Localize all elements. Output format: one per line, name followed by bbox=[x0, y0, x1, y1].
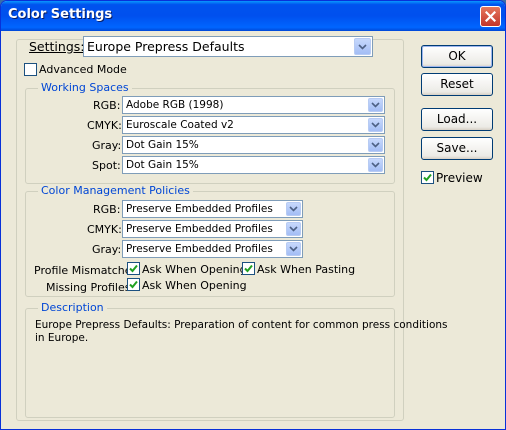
settings-dropdown-value: Europe Prepress Defaults bbox=[87, 39, 245, 54]
chevron-down-icon bbox=[368, 98, 383, 112]
mismatch-ask-opening-checkbox[interactable] bbox=[127, 262, 140, 275]
chevron-down-icon bbox=[368, 158, 383, 172]
pol-cmyk-value: Preserve Embedded Profiles bbox=[126, 223, 273, 235]
ws-spot-value: Dot Gain 15% bbox=[126, 159, 199, 171]
working-spaces-title: Working Spaces bbox=[38, 81, 132, 94]
ws-spot-label: Spot: bbox=[92, 159, 121, 172]
close-icon bbox=[485, 11, 496, 22]
ws-cmyk-value: Euroscale Coated v2 bbox=[126, 119, 234, 131]
preview-checkbox[interactable] bbox=[421, 171, 434, 184]
checkmark-icon bbox=[244, 264, 253, 273]
color-settings-dialog: Color Settings Settings: Europe Prepress… bbox=[0, 0, 506, 430]
chevron-down-icon bbox=[286, 202, 301, 216]
window-title: Color Settings bbox=[8, 7, 113, 22]
description-text: Europe Prepress Defaults: Preparation of… bbox=[35, 319, 448, 344]
missing-profiles-label: Missing Profiles: bbox=[46, 281, 135, 294]
preview-label: Preview bbox=[436, 171, 483, 185]
pol-gray-dropdown[interactable]: Preserve Embedded Profiles bbox=[122, 240, 303, 258]
checkmark-icon bbox=[129, 280, 138, 289]
ws-spot-dropdown[interactable]: Dot Gain 15% bbox=[122, 156, 385, 174]
advanced-mode-checkbox[interactable] bbox=[24, 63, 37, 76]
settings-label-text: Settings: bbox=[29, 39, 85, 54]
policies-title: Color Management Policies bbox=[38, 184, 193, 197]
ws-rgb-value: Adobe RGB (1998) bbox=[126, 99, 224, 111]
load-button[interactable]: Load... bbox=[421, 108, 493, 131]
title-bar[interactable]: Color Settings bbox=[1, 1, 505, 31]
pol-rgb-dropdown[interactable]: Preserve Embedded Profiles bbox=[122, 200, 303, 218]
ws-rgb-label: RGB: bbox=[93, 99, 121, 112]
profile-mismatches-label: Profile Mismatches: bbox=[34, 264, 141, 277]
chevron-down-icon bbox=[354, 38, 371, 55]
advanced-mode-label: Advanced Mode bbox=[39, 63, 127, 76]
ws-cmyk-dropdown[interactable]: Euroscale Coated v2 bbox=[122, 116, 385, 134]
settings-dropdown[interactable]: Europe Prepress Defaults bbox=[83, 36, 373, 57]
mismatch-ask-opening-label: Ask When Opening bbox=[142, 263, 247, 276]
settings-label: Settings: bbox=[29, 39, 84, 54]
close-button[interactable] bbox=[480, 6, 501, 27]
pol-rgb-label: RGB: bbox=[93, 203, 121, 216]
pol-gray-value: Preserve Embedded Profiles bbox=[126, 243, 273, 255]
checkmark-icon bbox=[423, 173, 432, 182]
pol-cmyk-label: CMYK: bbox=[87, 223, 122, 236]
pol-rgb-value: Preserve Embedded Profiles bbox=[126, 203, 273, 215]
checkmark-icon bbox=[129, 264, 138, 273]
description-title: Description bbox=[38, 301, 107, 314]
save-button[interactable]: Save... bbox=[421, 137, 493, 160]
ws-gray-value: Dot Gain 15% bbox=[126, 139, 199, 151]
pol-gray-label: Gray: bbox=[92, 243, 122, 256]
pol-cmyk-dropdown[interactable]: Preserve Embedded Profiles bbox=[122, 220, 303, 238]
mismatch-ask-pasting-label: Ask When Pasting bbox=[257, 263, 356, 276]
missing-ask-opening-label: Ask When Opening bbox=[142, 279, 247, 292]
chevron-down-icon bbox=[368, 138, 383, 152]
chevron-down-icon bbox=[286, 222, 301, 236]
reset-button[interactable]: Reset bbox=[421, 73, 493, 96]
ws-cmyk-label: CMYK: bbox=[87, 119, 122, 132]
chevron-down-icon bbox=[368, 118, 383, 132]
ws-gray-dropdown[interactable]: Dot Gain 15% bbox=[122, 136, 385, 154]
ok-button[interactable]: OK bbox=[421, 45, 493, 68]
missing-ask-opening-checkbox[interactable] bbox=[127, 278, 140, 291]
ws-gray-label: Gray: bbox=[92, 139, 122, 152]
chevron-down-icon bbox=[286, 242, 301, 256]
ws-rgb-dropdown[interactable]: Adobe RGB (1998) bbox=[122, 96, 385, 114]
mismatch-ask-pasting-checkbox[interactable] bbox=[242, 262, 255, 275]
